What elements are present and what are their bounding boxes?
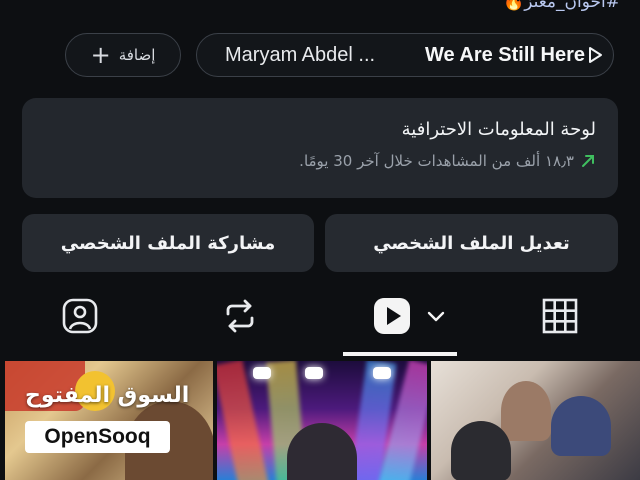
thumbnail-figure — [501, 381, 551, 441]
play-icon — [589, 47, 602, 63]
watermark-english: OpenSooq — [44, 425, 151, 448]
reels-play-icon — [374, 298, 410, 334]
add-label: إضافة — [118, 46, 156, 64]
dashboard-title: لوحة المعلومات الاحترافية — [401, 119, 596, 140]
watermark-arabic: السوق المفتوح — [25, 383, 190, 408]
chevron-down-icon — [427, 311, 445, 322]
stage-light — [373, 367, 391, 379]
reel-thumbnail[interactable] — [431, 361, 640, 480]
tab-reposts[interactable] — [200, 290, 280, 342]
stage-light — [253, 367, 271, 379]
selected-tab-indicator — [343, 352, 457, 356]
tab-tagged[interactable] — [40, 290, 120, 342]
dashboard-stats: ١٨٫٣ ألف من المشاهدات خلال آخر 30 يومًا. — [299, 152, 596, 170]
profile-music-button[interactable]: Maryam Abdel ... We Are Still Here — [196, 33, 614, 77]
dashboard-stats-text: ١٨٫٣ ألف من المشاهدات خلال آخر 30 يومًا. — [299, 152, 574, 170]
stage-light — [305, 367, 323, 379]
music-artist: Maryam Abdel ... — [225, 43, 376, 66]
tab-grid[interactable] — [520, 290, 600, 342]
tagged-person-icon — [62, 298, 98, 334]
thumbnail-figure — [287, 423, 357, 480]
add-button[interactable]: + إضافة — [65, 33, 181, 77]
plus-icon: + — [90, 41, 111, 69]
edit-profile-button[interactable]: تعديل الملف الشخصي — [325, 214, 618, 272]
music-song-title: We Are Still Here — [424, 43, 585, 66]
profile-hashtag[interactable]: #اخوان_معتز🔥 — [440, 0, 620, 14]
watermark-logo: OpenSooq — [25, 421, 170, 453]
thumbnail-figure — [551, 396, 611, 456]
professional-dashboard-card[interactable]: لوحة المعلومات الاحترافية ١٨٫٣ ألف من ال… — [22, 98, 618, 198]
grid-icon — [542, 298, 578, 334]
tab-reels[interactable] — [360, 290, 460, 342]
share-profile-button[interactable]: مشاركة الملف الشخصي — [22, 214, 314, 272]
repost-icon — [226, 299, 254, 333]
trending-up-icon — [582, 155, 594, 167]
reel-thumbnail[interactable] — [217, 361, 427, 480]
thumbnail-figure — [451, 421, 511, 480]
